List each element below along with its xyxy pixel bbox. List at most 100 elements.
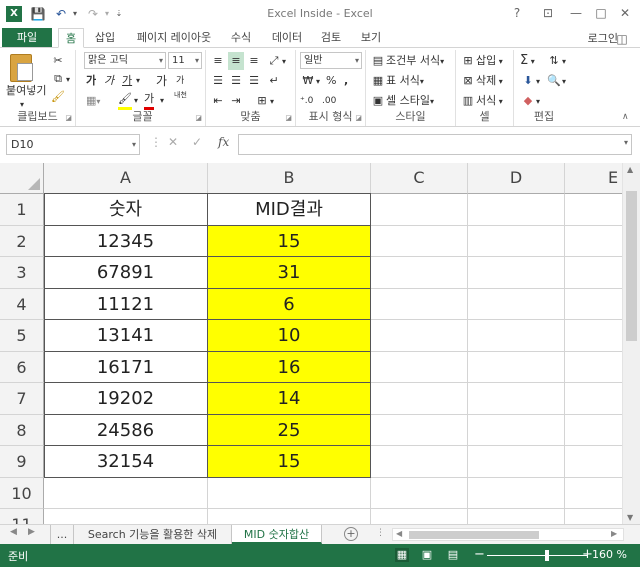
empty-cell[interactable] xyxy=(468,257,565,289)
align-middle-icon[interactable]: ≡ xyxy=(228,52,244,70)
sheet-tab-search-delete[interactable]: Search 기능을 활용한 삭제 xyxy=(74,525,232,544)
number-cell[interactable]: 11121 xyxy=(44,289,208,320)
empty-cell[interactable] xyxy=(371,415,468,446)
mid-result-cell[interactable]: 10 xyxy=(208,320,371,352)
row-header[interactable]: 10 xyxy=(0,478,44,509)
empty-cell[interactable] xyxy=(371,257,468,289)
column-header-d[interactable]: D xyxy=(468,163,565,194)
more-sheets-button[interactable]: ... xyxy=(50,525,74,544)
empty-cell[interactable] xyxy=(468,320,565,352)
empty-cell[interactable] xyxy=(468,383,565,415)
mid-result-cell[interactable]: 16 xyxy=(208,352,371,383)
conditional-format-button[interactable]: ▤ 조건부 서식▾ xyxy=(370,52,444,70)
empty-cell[interactable] xyxy=(371,478,468,509)
sort-filter-icon[interactable]: ⇅ ▾ xyxy=(546,52,566,70)
empty-cell[interactable] xyxy=(468,352,565,383)
empty-cell[interactable] xyxy=(371,352,468,383)
mid-result-cell[interactable]: 15 xyxy=(208,446,371,478)
mid-result-cell[interactable]: 25 xyxy=(208,415,371,446)
number-cell[interactable]: 19202 xyxy=(44,383,208,415)
tab-data[interactable]: 데이터 xyxy=(266,28,308,48)
expand-formula-icon[interactable]: ▾ xyxy=(624,138,628,147)
number-cell[interactable]: 13141 xyxy=(44,320,208,352)
underline-button[interactable]: 가 xyxy=(122,72,132,90)
cut-icon[interactable]: ✂ xyxy=(50,52,66,70)
row-header[interactable]: 3 xyxy=(0,257,44,289)
row-header[interactable]: 8 xyxy=(0,415,44,446)
vertical-scrollbar[interactable]: ▲ ▼ xyxy=(622,163,640,524)
find-select-icon[interactable]: 🔍▾ xyxy=(546,72,566,90)
number-cell[interactable]: 32154 xyxy=(44,446,208,478)
number-launcher-icon[interactable]: ◪ xyxy=(355,114,362,122)
row-header[interactable]: 4 xyxy=(0,289,44,320)
empty-cell[interactable] xyxy=(44,478,208,509)
empty-cell[interactable] xyxy=(371,289,468,320)
delete-cells-button[interactable]: ⊠ 삭제 ▾ xyxy=(460,72,502,90)
sheet-tab-mid-sum[interactable]: MID 숫자합산 xyxy=(232,525,322,544)
column-header-b[interactable]: B xyxy=(208,163,371,194)
header-cell-number[interactable]: 숫자 xyxy=(44,194,208,226)
empty-cell[interactable] xyxy=(371,509,468,524)
zoom-slider[interactable] xyxy=(487,555,587,556)
tab-insert[interactable]: 삽입 xyxy=(90,28,120,48)
accounting-format-icon[interactable]: ₩ ▾ xyxy=(300,72,320,90)
minimize-icon[interactable]: — xyxy=(565,4,587,22)
empty-cell[interactable] xyxy=(468,415,565,446)
select-all-button[interactable] xyxy=(0,163,44,194)
insert-cells-button[interactable]: ⊞ 삽입 ▾ xyxy=(460,52,502,70)
shrink-font-button[interactable]: 가 xyxy=(176,72,184,90)
underline-dropdown-icon[interactable]: ▾ xyxy=(136,72,140,90)
column-header-c[interactable]: C xyxy=(371,163,468,194)
empty-cell[interactable] xyxy=(468,226,565,257)
zoom-slider-knob[interactable] xyxy=(545,550,549,561)
empty-cell[interactable] xyxy=(468,194,565,226)
empty-cell[interactable] xyxy=(208,478,371,509)
mid-result-cell[interactable]: 6 xyxy=(208,289,371,320)
empty-cell[interactable] xyxy=(371,226,468,257)
row-header[interactable]: 6 xyxy=(0,352,44,383)
bold-button[interactable]: 가 xyxy=(86,72,96,90)
align-right-icon[interactable]: ☰ xyxy=(246,72,262,90)
empty-cell[interactable] xyxy=(371,446,468,478)
help-icon[interactable]: ? xyxy=(506,4,528,22)
empty-cell[interactable] xyxy=(371,194,468,226)
name-box[interactable]: D10 ▾ xyxy=(6,134,140,155)
number-cell[interactable]: 67891 xyxy=(44,257,208,289)
comma-button[interactable]: , xyxy=(344,72,348,90)
paste-button[interactable]: 붙여넣기 xyxy=(6,82,46,100)
tab-page-layout[interactable]: 페이지 레이아웃 xyxy=(128,28,220,48)
prev-sheet-icon[interactable]: ◀ xyxy=(10,527,17,537)
row-header[interactable]: 7 xyxy=(0,383,44,415)
collapse-ribbon-icon[interactable]: ∧ xyxy=(622,108,629,126)
font-size-combo[interactable]: 11 ▾ xyxy=(168,52,202,69)
alignment-launcher-icon[interactable]: ◪ xyxy=(285,114,292,122)
tab-file[interactable]: 파일 xyxy=(2,28,52,48)
formula-input[interactable]: ▾ xyxy=(238,134,632,155)
add-sheet-icon[interactable]: + xyxy=(344,527,358,541)
normal-view-icon[interactable]: ▦ xyxy=(395,548,409,562)
restore-icon[interactable]: □ xyxy=(590,4,612,22)
grow-font-button[interactable]: 가 xyxy=(156,72,167,90)
scroll-up-icon[interactable]: ▲ xyxy=(627,165,633,174)
zoom-out-button[interactable]: − xyxy=(474,547,485,562)
vertical-scroll-thumb[interactable] xyxy=(626,191,637,341)
empty-cell[interactable] xyxy=(371,383,468,415)
align-center-icon[interactable]: ☰ xyxy=(228,72,244,90)
next-sheet-icon[interactable]: ▶ xyxy=(28,527,35,537)
cancel-icon[interactable]: ✕ xyxy=(168,135,178,149)
tab-formulas[interactable]: 수식 xyxy=(226,28,256,48)
scroll-right-icon[interactable]: ▶ xyxy=(611,529,617,538)
tab-home[interactable]: 홈 xyxy=(58,28,84,48)
number-cell[interactable]: 16171 xyxy=(44,352,208,383)
copy-icon[interactable]: ⧉ ▾ xyxy=(50,70,70,88)
empty-cell[interactable] xyxy=(371,320,468,352)
scroll-down-icon[interactable]: ▼ xyxy=(627,513,633,522)
page-break-view-icon[interactable]: ▤ xyxy=(446,548,460,562)
align-left-icon[interactable]: ☰ xyxy=(210,72,226,90)
italic-button[interactable]: 가 xyxy=(104,72,114,90)
tab-split-icon[interactable]: ⋮ xyxy=(376,528,385,538)
paste-icon[interactable] xyxy=(10,54,33,82)
column-header-a[interactable]: A xyxy=(44,163,208,194)
enter-icon[interactable]: ✓ xyxy=(192,135,202,149)
empty-cell[interactable] xyxy=(468,509,565,524)
